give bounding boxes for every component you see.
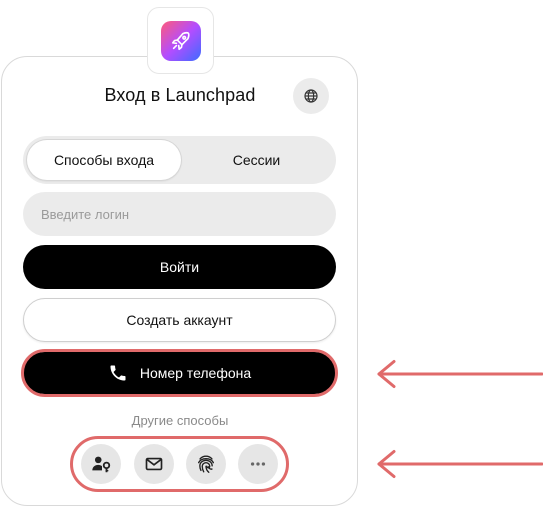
app-logo <box>147 7 214 74</box>
create-account-label: Создать аккаунт <box>126 312 233 328</box>
globe-icon <box>304 89 318 103</box>
other-methods-label: Другие способы <box>131 413 229 428</box>
user-key-icon <box>92 456 111 473</box>
login-screen: Вход в Launchpad Способы входа Сессии Во… <box>0 0 543 509</box>
annotation-arrow-phone <box>377 360 543 388</box>
biometric-button[interactable] <box>186 444 226 484</box>
fingerprint-icon <box>197 455 215 473</box>
phone-login-label: Номер телефона <box>139 365 252 381</box>
logo-badge <box>160 20 201 61</box>
tab-sessions[interactable]: Сессии <box>181 140 332 180</box>
tab-login-methods[interactable]: Способы входа <box>27 140 181 180</box>
auth-tabs: Способы входа Сессии <box>23 136 336 184</box>
more-methods-button[interactable] <box>238 444 278 484</box>
rocket-icon <box>171 31 190 50</box>
login-input[interactable] <box>23 192 336 236</box>
passkey-button[interactable] <box>81 444 121 484</box>
login-button-label: Войти <box>159 259 200 275</box>
annotation-arrow-other-methods <box>377 450 543 478</box>
mail-icon <box>145 457 163 471</box>
login-button[interactable]: Войти <box>23 245 336 289</box>
language-button[interactable] <box>293 78 329 114</box>
create-account-button[interactable]: Создать аккаунт <box>23 298 336 342</box>
email-button[interactable] <box>134 444 174 484</box>
more-dots-icon <box>250 462 266 466</box>
phone-login-button[interactable]: Номер телефона <box>23 352 336 394</box>
phone-icon <box>108 363 128 383</box>
